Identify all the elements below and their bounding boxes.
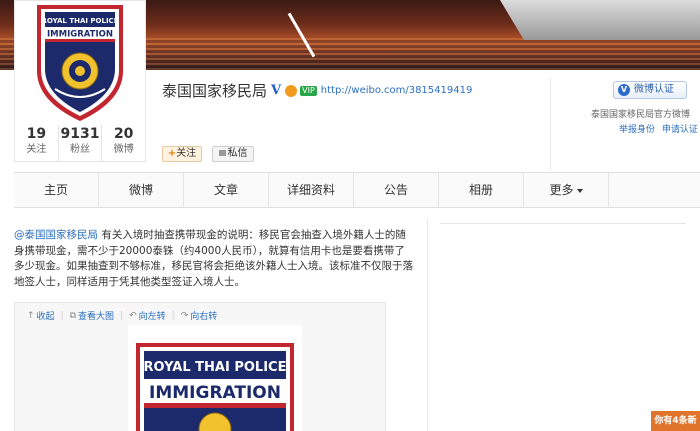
verify-description: 泰国国家移民局官方微博	[591, 110, 691, 120]
avatar[interactable]: ROYAL THAI POLICE IMMIGRATION	[15, 1, 145, 125]
profile-name: 泰国国家移民局	[162, 82, 268, 100]
cover-boat	[500, 0, 700, 40]
avatar-panel: ROYAL THAI POLICE IMMIGRATION 19 关注 9131…	[14, 0, 146, 162]
tab-more[interactable]: 更多	[524, 173, 609, 207]
tab-more-label: 更多	[549, 183, 574, 197]
follow-button[interactable]: +关注	[162, 146, 202, 162]
logo-top-text: ROYAL THAI POLICE	[42, 17, 119, 25]
post-image[interactable]: ROYAL THAI POLICE IMMIGRATION	[128, 325, 302, 431]
apply-verify-link[interactable]: 申请认证	[662, 125, 698, 135]
rotate-right-link[interactable]: 向右转	[190, 309, 217, 322]
view-large-icon: ⧉	[69, 310, 77, 321]
stat-followers[interactable]: 9131 粉丝	[59, 125, 103, 161]
tab-details[interactable]: 详细资料	[269, 173, 354, 207]
profile-header: 泰国国家移民局 V VIP http://weibo.com/381541941…	[146, 70, 700, 170]
badge-icon[interactable]	[285, 84, 298, 97]
stat-followers-count: 9131	[60, 126, 100, 142]
profile-nav: 主页 微博 文章 详细资料 公告 相册 更多	[14, 172, 700, 208]
collapse-icon: ↑	[27, 310, 35, 321]
tab-weibo[interactable]: 微博	[99, 173, 184, 207]
stat-following-label: 关注	[26, 144, 47, 155]
message-button[interactable]: 私信	[212, 146, 254, 162]
report-identity-link[interactable]: 举报身份	[619, 125, 655, 135]
follow-label: 关注	[176, 148, 197, 159]
post-author[interactable]: @泰国国家移民局	[14, 229, 98, 241]
new-messages-toast[interactable]: 你有4条新	[651, 411, 700, 431]
rotate-right-icon: ↷	[180, 310, 189, 321]
tab-notices[interactable]: 公告	[354, 173, 439, 207]
sidebar-divider	[440, 223, 686, 224]
post-logo-main-text: IMMIGRATION	[149, 383, 281, 403]
stat-posts-count: 20	[113, 126, 134, 142]
verify-v-icon: V	[618, 84, 630, 96]
name-line: 泰国国家移民局 V VIP http://weibo.com/381541941…	[162, 80, 472, 101]
chevron-down-icon	[576, 188, 583, 193]
profile-url[interactable]: http://weibo.com/3815419419	[321, 85, 473, 96]
verify-box: V 微博认证 泰国国家移民局官方微博 举报身份 申请认证	[550, 78, 700, 170]
stat-following-count: 19	[26, 126, 47, 142]
weibo-verify-button[interactable]: V 微博认证	[613, 81, 687, 99]
plus-icon: +	[167, 148, 177, 159]
collapse-link[interactable]: 收起	[37, 309, 55, 322]
view-large-link[interactable]: 查看大图	[78, 309, 114, 322]
vip-badge[interactable]: VIP	[300, 85, 317, 96]
mail-icon	[218, 150, 226, 156]
tab-articles[interactable]: 文章	[184, 173, 269, 207]
tab-home[interactable]: 主页	[14, 173, 99, 207]
post-image-logo: ROYAL THAI POLICE IMMIGRATION	[136, 343, 294, 431]
tab-albums[interactable]: 相册	[439, 173, 524, 207]
profile-stats: 19 关注 9131 粉丝 20 微博	[15, 125, 145, 161]
logo-main-text: IMMIGRATION	[47, 30, 113, 40]
post-logo-top-text: ROYAL THAI POLICE	[144, 360, 287, 375]
media-toolbar: ↑ 收起 | ⧉ 查看大图 | ↶ 向左转 | ↷ 向右转	[27, 309, 218, 323]
stat-followers-label: 粉丝	[70, 144, 90, 155]
message-label: 私信	[227, 148, 248, 159]
rotate-left-icon: ↶	[129, 310, 137, 321]
rotate-left-link[interactable]: 向左转	[139, 309, 166, 322]
right-sidebar	[428, 218, 700, 431]
verified-icon[interactable]: V	[271, 83, 281, 98]
verify-label: 微博认证	[634, 84, 674, 95]
post-media: ↑ 收起 | ⧉ 查看大图 | ↶ 向左转 | ↷ 向右转 ROYAL THAI…	[14, 302, 386, 431]
stat-posts[interactable]: 20 微博	[102, 125, 145, 161]
stat-posts-label: 微博	[113, 144, 134, 155]
feed: @泰国国家移民局 有关入境时抽查携带现金的说明：移民官会抽查入境外籍人士的随身携…	[0, 218, 428, 431]
post-body: @泰国国家移民局 有关入境时抽查携带现金的说明：移民官会抽查入境外籍人士的随身携…	[14, 228, 414, 290]
verify-links: 举报身份 申请认证	[619, 122, 700, 135]
immigration-logo: ROYAL THAI POLICE IMMIGRATION	[37, 5, 123, 121]
stat-following[interactable]: 19 关注	[15, 125, 59, 161]
